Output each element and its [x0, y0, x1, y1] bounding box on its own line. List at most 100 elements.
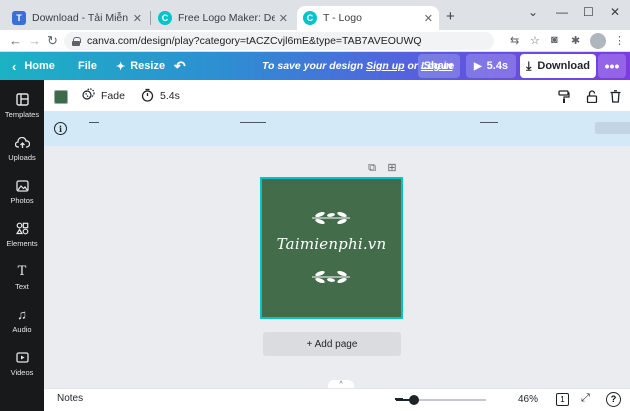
tab-search-icon[interactable]: ⌄ [528, 5, 538, 19]
lock-icon[interactable] [72, 36, 81, 46]
reload-icon[interactable]: ↻ [47, 33, 58, 49]
file-label: File [78, 60, 97, 72]
sidebar-item-uploads[interactable]: Uploads [0, 127, 44, 170]
profile-avatar[interactable] [590, 33, 606, 49]
editor-toolbar: Fade 5.4s [44, 80, 630, 112]
more-options-button[interactable]: ••• [598, 54, 626, 78]
photos-icon [15, 179, 29, 193]
sidebar-label: Elements [6, 238, 38, 248]
play-icon: ▶ [473, 60, 482, 72]
zoom-level[interactable]: 46% [518, 394, 538, 405]
expand-icon[interactable]: ⤢ [581, 392, 590, 405]
duration-button[interactable]: 5.4s [141, 80, 180, 112]
bottom-bar: Notes 46% 1 ⤢ ? [44, 388, 630, 411]
file-menu-button[interactable]: File [78, 52, 97, 80]
sidebar-label: Audio [12, 324, 32, 334]
tab-divider [150, 11, 151, 25]
left-sidebar: Templates Uploads Photos Elements T Text… [0, 80, 44, 411]
sign-up-link[interactable]: Sign up [366, 60, 405, 72]
fade-icon [82, 88, 95, 104]
sidebar-item-text[interactable]: T Text [0, 256, 44, 299]
sidebar-label: Text [15, 281, 29, 291]
banner-text-fragment [480, 122, 498, 123]
chevron-left-icon: ‹ [12, 58, 17, 74]
page-count[interactable]: 1 [556, 393, 569, 406]
add-page-button[interactable]: + Add page [263, 332, 401, 356]
close-tab-icon[interactable]: ✕ [424, 12, 433, 25]
new-tab-button[interactable]: + [446, 8, 455, 25]
address-bar[interactable]: canva.com/design/play?category=tACZCvjl6… [64, 32, 494, 50]
notes-button[interactable]: Notes [57, 393, 83, 404]
video-icon [15, 351, 29, 365]
templates-icon [15, 93, 29, 107]
fade-animation-button[interactable]: Fade [82, 80, 125, 112]
sidebar-item-templates[interactable]: Templates [0, 84, 44, 127]
paint-roller-icon[interactable] [558, 80, 570, 112]
favicon-icon: C [303, 11, 317, 25]
close-tab-icon[interactable]: ✕ [279, 12, 288, 25]
duplicate-page-icon[interactable]: ⧉ [366, 162, 378, 174]
sidebar-item-photos[interactable]: Photos [0, 170, 44, 213]
browser-tab[interactable]: C Free Logo Maker: Design profess ✕ [152, 6, 294, 30]
sidebar-item-videos[interactable]: Videos [0, 342, 44, 385]
sidebar-label: Photos [10, 195, 34, 205]
home-button[interactable]: ‹ Home [12, 52, 55, 80]
resize-label: Resize [130, 60, 166, 72]
maximize-icon[interactable]: ☐ [583, 5, 594, 19]
download-icon: ⤓ [526, 58, 532, 73]
translate-icon[interactable]: ⇆ [510, 34, 519, 47]
duration-label: 5.4s [160, 90, 180, 102]
download-button[interactable]: ⤓ Download [520, 54, 596, 78]
elements-icon [15, 222, 29, 236]
text-icon: T [17, 264, 27, 279]
play-button[interactable]: ▶ 5.4s [466, 54, 516, 78]
zoom-slider-thumb[interactable] [409, 395, 420, 405]
sparkle-icon: ✦ [116, 60, 126, 73]
top-leaf-ornament-icon [312, 211, 350, 225]
home-label: Home [24, 60, 55, 72]
forward-icon[interactable]: → [28, 33, 41, 48]
sidebar-label: Uploads [8, 152, 36, 162]
music-note-icon: ♫ [17, 307, 27, 322]
browser-menu-icon[interactable]: ⋮ [614, 34, 625, 47]
resize-button[interactable]: ✦ Resize [116, 52, 165, 80]
bottom-leaf-ornament-icon [312, 270, 350, 284]
browser-toolbar: ← → ↻ canva.com/design/play?category=tAC… [0, 30, 630, 52]
add-page-icon[interactable]: ⊞ [386, 162, 398, 174]
sidebar-item-elements[interactable]: Elements [0, 213, 44, 256]
info-icon: i [54, 122, 67, 135]
tab-title: Download - Tải Miễn Phí VN - Ph [32, 12, 129, 24]
favicon-icon: T [12, 11, 26, 25]
stopwatch-icon [141, 88, 154, 105]
back-icon[interactable]: ← [9, 33, 22, 48]
sidebar-label: Videos [10, 367, 34, 377]
banner-text-fragment [89, 122, 99, 123]
unlock-icon[interactable] [586, 80, 598, 112]
color-swatch[interactable] [54, 90, 68, 104]
url-text[interactable]: canva.com/design/play?category=tACZCvjl6… [87, 35, 422, 47]
close-window-icon[interactable]: ✕ [610, 5, 620, 19]
close-tab-icon[interactable]: ✕ [133, 12, 142, 25]
camera-icon[interactable]: ◙ [551, 34, 558, 46]
share-button[interactable]: Share [418, 54, 460, 78]
design-canvas[interactable]: Taimienphi.vn [260, 177, 403, 319]
tab-title: T - Logo [323, 12, 362, 24]
trash-icon[interactable] [610, 80, 621, 112]
browser-tab[interactable]: T Download - Tải Miễn Phí VN - Ph ✕ [6, 6, 148, 30]
tab-title: Free Logo Maker: Design profess [178, 12, 275, 24]
undo-icon[interactable]: ↶ [174, 52, 186, 80]
sidebar-item-audio[interactable]: ♫ Audio [0, 299, 44, 342]
help-icon[interactable]: ? [606, 392, 621, 407]
extensions-icon[interactable]: ✱ [571, 34, 580, 47]
browser-tab-active[interactable]: C T - Logo ✕ [297, 6, 439, 30]
bookmark-star-icon[interactable]: ☆ [530, 34, 540, 47]
play-duration: 5.4s [486, 60, 509, 72]
upload-cloud-icon [14, 136, 30, 150]
more-dots-icon: ••• [604, 58, 620, 74]
logo-text[interactable]: Taimienphi.vn [262, 235, 401, 253]
collapse-notes-icon[interactable]: ^ [328, 380, 354, 388]
banner-stepper[interactable]: ▴▾ [595, 122, 630, 134]
minimize-icon[interactable]: — [556, 5, 568, 19]
sidebar-label: Templates [4, 109, 40, 119]
favicon-icon: C [158, 11, 172, 25]
